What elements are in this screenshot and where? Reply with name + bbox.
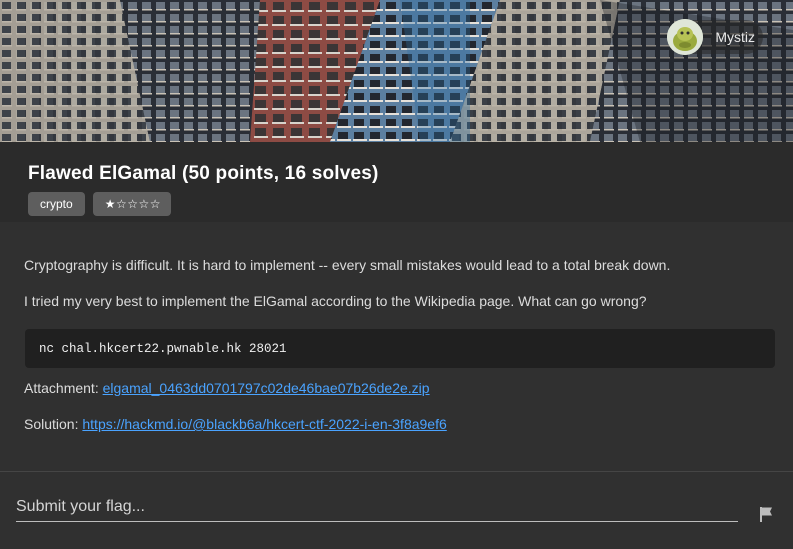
- submit-flag-button[interactable]: [757, 505, 777, 525]
- divider: [0, 471, 793, 472]
- description-paragraph: Cryptography is difficult. It is hard to…: [24, 257, 671, 273]
- challenge-title: Flawed ElGamal (50 points, 16 solves): [28, 163, 379, 184]
- solution-line: Solution: https://hackmd.io/@blackb6a/hk…: [24, 416, 447, 432]
- tag-list: crypto ★☆☆☆☆: [28, 192, 171, 216]
- flag-input[interactable]: [16, 493, 738, 522]
- tag-category-chip[interactable]: crypto: [28, 192, 85, 216]
- connection-command: nc chal.hkcert22.pwnable.hk 28021: [25, 329, 775, 368]
- difficulty-rating-chip[interactable]: ★☆☆☆☆: [92, 192, 171, 216]
- user-menu[interactable]: Mystiz: [667, 19, 763, 55]
- flag-icon: [760, 507, 772, 522]
- solution-label: Solution:: [24, 416, 79, 432]
- attachment-line: Attachment: elgamal_0463dd0701797c02de46…: [24, 380, 430, 396]
- solution-link[interactable]: https://hackmd.io/@blackb6a/hkcert-ctf-2…: [82, 416, 446, 432]
- description-paragraph: I tried my very best to implement the El…: [24, 293, 647, 309]
- avatar[interactable]: [667, 19, 704, 55]
- avatar-icon: [667, 19, 704, 55]
- username[interactable]: Mystiz: [715, 29, 755, 45]
- attachment-label: Attachment:: [24, 380, 99, 396]
- attachment-link[interactable]: elgamal_0463dd0701797c02de46bae07b26de2e…: [103, 380, 430, 396]
